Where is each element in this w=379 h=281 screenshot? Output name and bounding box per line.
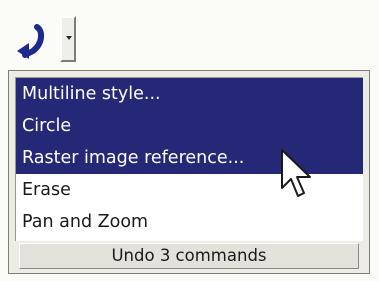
undo-list-panel: Multiline style... Circle Raster image r… bbox=[8, 70, 370, 274]
undo-dropdown-screenshot: Multiline style... Circle Raster image r… bbox=[0, 0, 379, 281]
undo-list-item[interactable]: Pan and Zoom bbox=[16, 206, 363, 238]
undo-arrow-icon bbox=[17, 24, 45, 59]
undo-history-list[interactable]: Multiline style... Circle Raster image r… bbox=[15, 77, 363, 241]
undo-count-status: Undo 3 commands bbox=[19, 243, 359, 269]
undo-list-item[interactable]: Raster image reference... bbox=[16, 142, 363, 174]
undo-list-item[interactable]: Erase bbox=[16, 174, 363, 206]
undo-list-item[interactable]: Circle bbox=[16, 110, 363, 142]
undo-list-item[interactable]: Multiline style... bbox=[16, 78, 363, 110]
undo-button[interactable] bbox=[8, 18, 52, 64]
undo-dropdown-button[interactable] bbox=[60, 16, 76, 62]
chevron-down-icon bbox=[66, 36, 72, 40]
